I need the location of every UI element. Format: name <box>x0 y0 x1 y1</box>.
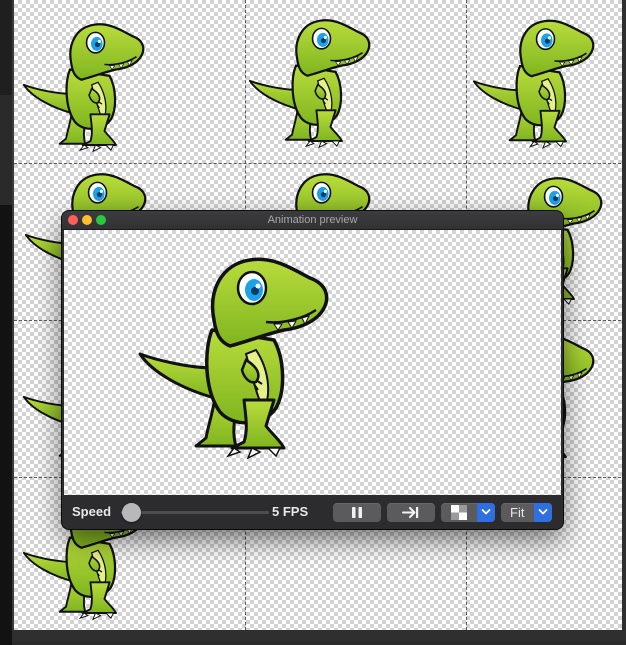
dino-frame-3 <box>472 19 595 150</box>
speed-slider-knob[interactable] <box>121 503 141 522</box>
speed-label: Speed <box>72 504 112 519</box>
step-forward-button[interactable] <box>387 503 435 522</box>
speed-slider[interactable] <box>121 511 269 514</box>
sheet-edge <box>0 630 626 641</box>
chevron-down-icon <box>538 509 548 515</box>
dino-frame-1 <box>22 23 145 153</box>
left-panel-edge <box>0 0 12 645</box>
fps-value: 5 FPS <box>272 504 309 519</box>
chevron-down-icon <box>481 509 491 515</box>
step-forward-icon <box>402 507 419 518</box>
window-title: Animation preview <box>267 214 358 226</box>
animation-preview-window[interactable]: Animation preview Speed 5 FPS Fit <box>62 211 563 529</box>
zoom-value: Fit <box>510 505 525 520</box>
dino-preview-frame <box>138 257 329 460</box>
dino-frame-2 <box>248 19 371 149</box>
checkerboard-icon <box>451 505 467 520</box>
background-select[interactable] <box>441 503 495 522</box>
preview-canvas <box>64 230 561 495</box>
frame-divider <box>14 163 626 164</box>
sheet-edge <box>622 0 626 641</box>
preview-toolbar: Speed 5 FPS Fit <box>62 495 563 529</box>
background-dropdown-arrow[interactable] <box>477 503 495 522</box>
pause-icon <box>352 507 362 518</box>
zoom-select[interactable]: Fit <box>501 503 552 522</box>
pause-button[interactable] <box>333 503 381 522</box>
window-titlebar[interactable]: Animation preview <box>62 211 563 230</box>
zoom-dropdown-arrow[interactable] <box>534 503 552 522</box>
